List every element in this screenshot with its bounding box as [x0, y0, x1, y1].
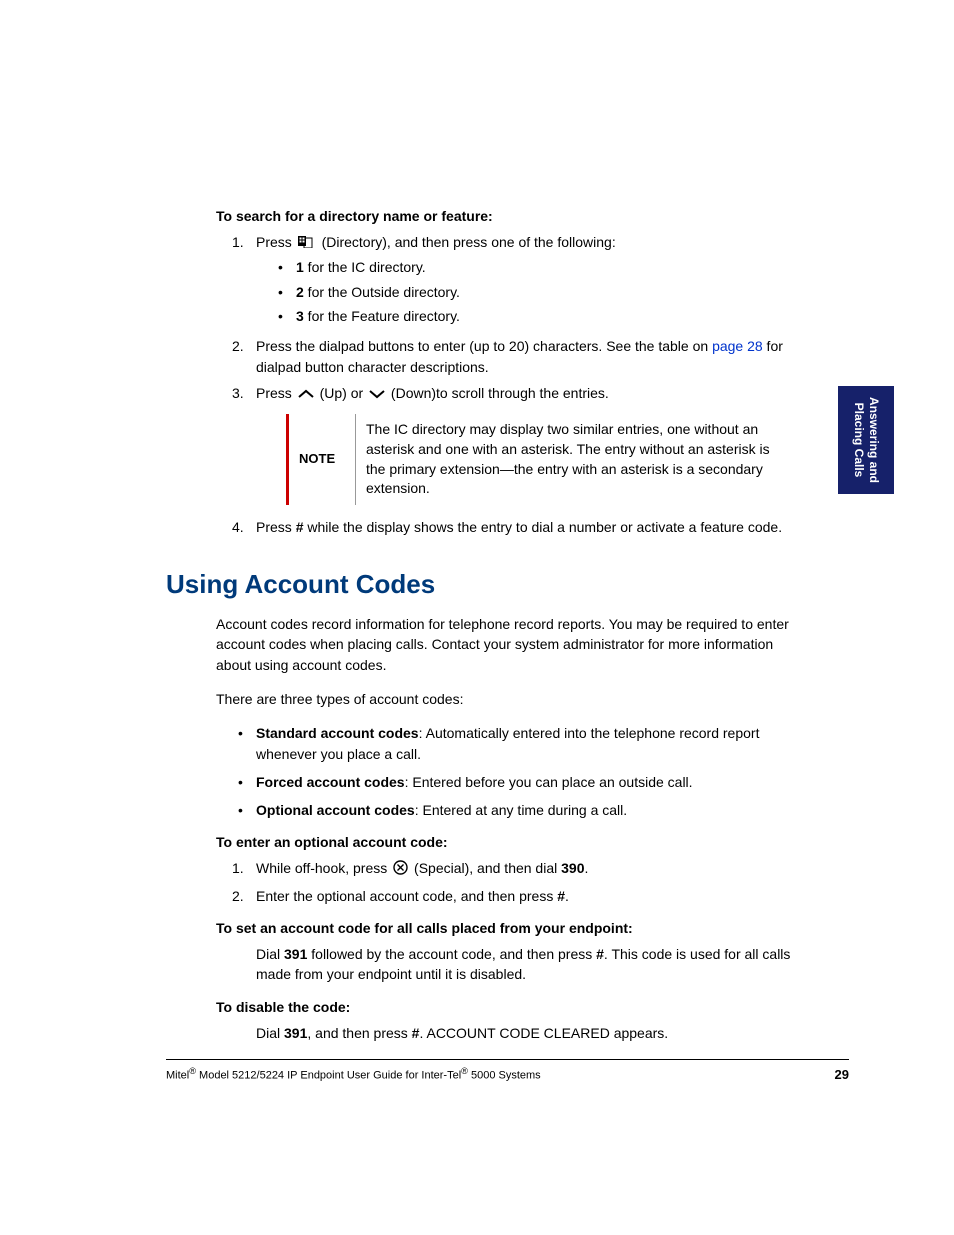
item-text: for the IC directory. [304, 259, 426, 275]
step-text: (Down)to scroll through the entries. [387, 385, 609, 401]
list-item: 2. Enter the optional account code, and … [256, 886, 796, 906]
step-text: (Directory), and then press one of the f… [318, 234, 616, 250]
note-box: NOTE The IC directory may display two si… [286, 414, 796, 504]
term-bold: Optional account codes [256, 802, 415, 818]
down-arrow-icon [369, 384, 385, 404]
heading-enter-code: To enter an optional account code: [216, 834, 796, 850]
item-text: : Entered at any time during a call. [415, 802, 627, 818]
note-label: NOTE [286, 414, 356, 504]
footer-text: Mitel® Model 5212/5224 IP Endpoint User … [166, 1066, 541, 1082]
step-text: While off-hook, press [256, 860, 391, 876]
code-label: 391 [284, 1025, 307, 1041]
list-item: 2. Press the dialpad buttons to enter (u… [256, 336, 796, 377]
list-item: 1. While off-hook, press (Special), and … [256, 858, 796, 879]
list-item: 2 for the Outside directory. [296, 282, 796, 302]
step-number: 2. [232, 886, 244, 906]
list-item: 4. Press # while the display shows the e… [256, 517, 796, 537]
step-text: . ACCOUNT CODE CLEARED appears. [419, 1025, 668, 1041]
step-number: 4. [232, 517, 244, 537]
list-item: Forced account codes: Entered before you… [256, 772, 796, 792]
code-label: 390 [561, 860, 584, 876]
step-text: Press [256, 234, 296, 250]
section-tab: Answering and Placing Calls [838, 386, 894, 494]
list-item: 1 for the IC directory. [296, 257, 796, 277]
step-text: , and then press [307, 1025, 411, 1041]
key-label: # [596, 946, 604, 962]
tab-line: Answering and [867, 397, 881, 483]
search-steps-list: 1. Press (Directory), and then press one… [216, 232, 796, 537]
page-footer: Mitel® Model 5212/5224 IP Endpoint User … [166, 1059, 849, 1082]
heading-set-code: To set an account code for all calls pla… [216, 920, 796, 936]
step-number: 2. [232, 336, 244, 356]
heading-disable-code: To disable the code: [216, 999, 796, 1015]
page-number: 29 [835, 1067, 849, 1082]
step-text: (Up) or [316, 385, 367, 401]
step-text: Dial [256, 946, 284, 962]
list-item: 3. Press (Up) or (Down)to scroll through… [256, 383, 796, 505]
enter-steps-list: 1. While off-hook, press (Special), and … [216, 858, 796, 906]
main-content: To search for a directory name or featur… [216, 208, 796, 1043]
item-text: for the Feature directory. [304, 308, 460, 324]
page-link[interactable]: page 28 [712, 338, 763, 354]
list-item: Optional account codes: Entered at any t… [256, 800, 796, 820]
list-item: 1. Press (Directory), and then press one… [256, 232, 796, 326]
step-text: Dial [256, 1025, 284, 1041]
step-number: 1. [232, 232, 244, 252]
key-label: 1 [296, 259, 304, 275]
step-text: followed by the account code, and then p… [307, 946, 596, 962]
indented-paragraph: Dial 391 followed by the account code, a… [216, 944, 796, 985]
list-item: Standard account codes: Automatically en… [256, 723, 796, 764]
code-label: 391 [284, 946, 307, 962]
registered-mark: ® [189, 1066, 196, 1076]
item-text: : Entered before you can place an outsid… [405, 774, 693, 790]
step-text: Enter the optional account code, and the… [256, 888, 557, 904]
footer-segment: 5000 Systems [468, 1070, 541, 1082]
term-bold: Standard account codes [256, 725, 419, 741]
section-tab-text: Answering and Placing Calls [851, 397, 881, 483]
body-paragraph: There are three types of account codes: [216, 689, 796, 709]
account-types-list: Standard account codes: Automatically en… [216, 723, 796, 820]
footer-brand: Mitel [166, 1070, 189, 1082]
footer-segment: Model 5212/5224 IP Endpoint User Guide f… [196, 1070, 461, 1082]
key-label: # [557, 888, 565, 904]
section-heading: Using Account Codes [166, 569, 796, 600]
list-item: 3 for the Feature directory. [296, 306, 796, 326]
special-icon [393, 860, 408, 880]
body-paragraph: Account codes record information for tel… [216, 614, 796, 675]
document-page: To search for a directory name or featur… [0, 0, 954, 1235]
note-text: The IC directory may display two similar… [356, 414, 796, 504]
step-text: (Special), and then dial [410, 860, 561, 876]
step-text: . [584, 860, 588, 876]
sub-bullet-list: 1 for the IC directory. 2 for the Outsid… [256, 257, 796, 326]
tab-line: Placing Calls [852, 403, 866, 478]
key-label: 2 [296, 284, 304, 300]
step-text: Press the dialpad buttons to enter (up t… [256, 338, 712, 354]
step-text: Press [256, 385, 296, 401]
up-arrow-icon [298, 384, 314, 404]
key-label: 3 [296, 308, 304, 324]
step-text: . [565, 888, 569, 904]
indented-paragraph: Dial 391, and then press #. ACCOUNT CODE… [216, 1023, 796, 1043]
directory-icon [298, 233, 316, 253]
step-number: 3. [232, 383, 244, 403]
registered-mark: ® [461, 1066, 468, 1076]
step-text: while the display shows the entry to dia… [303, 519, 782, 535]
heading-search: To search for a directory name or featur… [216, 208, 796, 224]
item-text: for the Outside directory. [304, 284, 460, 300]
term-bold: Forced account codes [256, 774, 405, 790]
step-number: 1. [232, 858, 244, 878]
step-text: Press [256, 519, 296, 535]
